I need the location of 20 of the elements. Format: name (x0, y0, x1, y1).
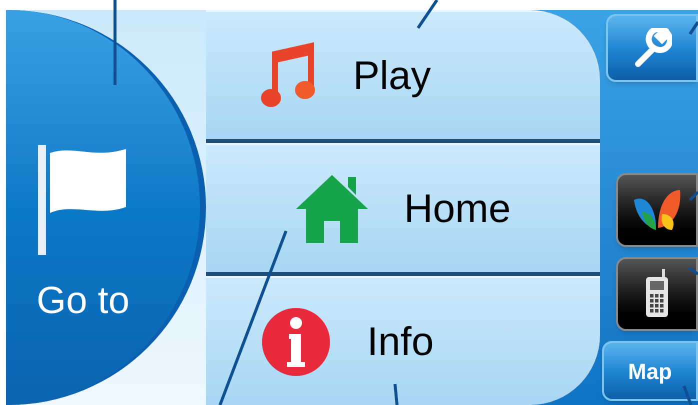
goto-button[interactable]: Go to (6, 10, 206, 405)
side-button[interactable] (616, 257, 698, 331)
side-button[interactable] (606, 14, 698, 82)
leader-line (688, 190, 698, 202)
leader-line (394, 384, 398, 405)
house-icon (296, 172, 368, 244)
side-button[interactable] (616, 173, 698, 247)
leader-line (682, 385, 692, 405)
wrench-icon (632, 28, 672, 68)
map-button[interactable]: Map (602, 341, 698, 401)
mobile-phone-icon (644, 269, 670, 319)
butterfly-icon (632, 188, 682, 232)
flag-icon (38, 145, 128, 255)
info-icon (261, 306, 331, 376)
menu-item[interactable]: Home (206, 143, 600, 272)
leader-line (688, 266, 698, 276)
menu-item[interactable]: Play (206, 10, 600, 139)
leader-line (688, 21, 698, 35)
menu-item[interactable]: Info (206, 276, 600, 405)
leader-line (416, 0, 438, 29)
